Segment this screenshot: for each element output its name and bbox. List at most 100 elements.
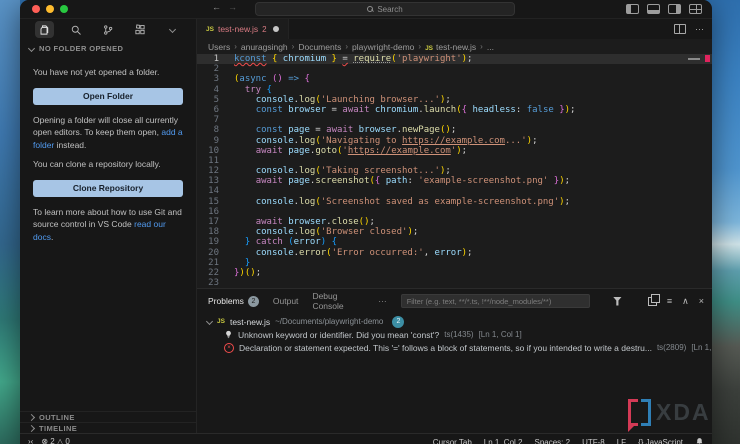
modified-dot-icon[interactable] — [273, 26, 279, 32]
code-line[interactable]: 9 console.log('Navigating to https://exa… — [197, 136, 712, 146]
status-item-spaces-2[interactable]: Spaces: 2 — [534, 438, 570, 444]
code-line[interactable]: 3(async () => { — [197, 74, 712, 84]
sidebar-section-header[interactable]: NO FOLDER OPENED — [20, 40, 196, 55]
status-item-lf[interactable]: LF — [617, 438, 626, 444]
code-line[interactable]: 7 — [197, 115, 712, 125]
zoom-window-button[interactable] — [60, 5, 68, 13]
forward-icon[interactable]: → — [228, 2, 237, 12]
timeline-section[interactable]: TIMELINE — [20, 422, 196, 433]
problem-item[interactable]: ×Declaration or statement expected. This… — [197, 341, 712, 354]
code-line[interactable]: 22})(); — [197, 268, 712, 278]
breadcrumb-item[interactable]: playwright-demo — [352, 42, 414, 52]
split-editor-icon[interactable] — [674, 24, 686, 34]
code-line[interactable]: 20 console.error('Error occurred:', erro… — [197, 248, 712, 258]
code-line[interactable]: 8 const page = await browser.newPage(); — [197, 125, 712, 135]
breadcrumb-item[interactable]: JStest-new.js — [425, 42, 476, 52]
panel-header: Problems2 Output Debug Console ··· Filter (… — [197, 289, 712, 313]
code-line[interactable]: 4 try { — [197, 85, 712, 95]
code-line[interactable]: 17 await browser.close(); — [197, 217, 712, 227]
editor-tab-test-new-js[interactable]: JS test-new.js 2 — [197, 19, 289, 39]
problems-filter-input[interactable]: Filter (e.g. text, **/*.ts, !**/node_mod… — [401, 294, 590, 308]
code-line[interactable]: 23 — [197, 278, 712, 288]
no-folder-opened-label: NO FOLDER OPENED — [39, 44, 123, 53]
filter-icon[interactable] — [613, 297, 622, 306]
problem-message: Unknown keyword or identifier. Did you m… — [238, 330, 439, 340]
customize-layout-icon[interactable] — [689, 4, 702, 14]
command-search-box[interactable]: Search — [255, 2, 515, 16]
code-line[interactable]: 6 const browser = await chromium.launch(… — [197, 105, 712, 115]
timeline-label: TIMELINE — [39, 424, 77, 433]
notifications-bell-icon[interactable] — [695, 437, 704, 444]
sidebar-bottom-sections: OUTLINE TIMELINE — [20, 411, 196, 433]
breadcrumb-separator: › — [418, 42, 421, 51]
problem-item[interactable]: Unknown keyword or identifier. Did you m… — [197, 328, 712, 341]
problems-file-row[interactable]: JStest-new.js~/Documents/playwright-demo… — [197, 315, 712, 328]
code-line[interactable]: 21 } — [197, 258, 712, 268]
remote-indicator-icon[interactable]: ›‹ — [28, 437, 33, 444]
lightbulb-icon — [224, 330, 233, 339]
view-as-list-icon[interactable]: ≡ — [667, 297, 672, 306]
code-editor[interactable]: 1kconst { chromium } = require('playwrig… — [197, 54, 712, 288]
line-number: 7 — [197, 115, 219, 125]
line-number: 9 — [197, 136, 219, 146]
line-content: console.log('Taking screenshot...'); — [219, 166, 451, 176]
open-in-editor-icon[interactable] — [648, 297, 657, 306]
close-panel-icon[interactable]: × — [699, 297, 704, 306]
toggle-primary-sidebar-icon[interactable] — [626, 4, 639, 14]
line-number: 10 — [197, 146, 219, 156]
line-content: console.error('Error occurred:', error); — [219, 248, 472, 258]
status-item-utf-8[interactable]: UTF-8 — [582, 438, 605, 444]
search-view-icon[interactable] — [67, 21, 86, 38]
minimize-window-button[interactable] — [46, 5, 54, 13]
outline-section[interactable]: OUTLINE — [20, 411, 196, 422]
toggle-secondary-sidebar-icon[interactable] — [668, 4, 681, 14]
code-line[interactable]: 13 await page.screenshot({ path: 'exampl… — [197, 176, 712, 186]
close-window-button[interactable] — [32, 5, 40, 13]
code-line[interactable]: 18 console.log('Browser closed'); — [197, 227, 712, 237]
problem-source: ts(2809) — [657, 343, 686, 352]
code-line[interactable]: 10 await page.goto('https://example.com'… — [197, 146, 712, 156]
explorer-icon[interactable] — [35, 21, 54, 38]
breadcrumb-item[interactable]: anuragsingh — [241, 42, 288, 52]
code-line[interactable]: 19 } catch (error) { — [197, 237, 712, 247]
code-line[interactable]: 5 console.log('Launching browser...'); — [197, 95, 712, 105]
code-line[interactable]: 11 — [197, 156, 712, 166]
line-number: 13 — [197, 176, 219, 186]
toggle-panel-icon[interactable] — [647, 4, 660, 14]
views-chevron-down-icon[interactable] — [163, 21, 182, 38]
status-item-cursor-tab[interactable]: Cursor Tab — [433, 438, 472, 444]
line-content — [219, 278, 234, 288]
source-control-icon[interactable] — [99, 21, 118, 38]
panel-tab-output[interactable]: Output — [273, 291, 299, 311]
open-folder-button[interactable]: Open Folder — [33, 88, 183, 105]
extensions-icon[interactable] — [131, 21, 150, 38]
status-item--javascript[interactable]: {} JavaScript — [638, 438, 683, 444]
code-line[interactable]: 15 console.log('Screenshot saved as exam… — [197, 197, 712, 207]
maximize-panel-icon[interactable]: ∧ — [682, 297, 689, 306]
breadcrumb-item[interactable]: Users — [208, 42, 230, 52]
chevron-down-icon — [28, 45, 35, 52]
sidebar: NO FOLDER OPENED You have not yet opened… — [20, 19, 197, 433]
xda-bracket-left-icon — [628, 399, 638, 426]
breadcrumb-item[interactable]: Documents — [298, 42, 341, 52]
problems-status[interactable]: ⊗ 2 △ 0 — [41, 437, 69, 444]
line-content: const page = await browser.newPage(); — [219, 125, 456, 135]
more-actions-icon[interactable]: ⋯ — [695, 25, 704, 33]
back-icon[interactable]: ← — [212, 2, 221, 12]
code-line[interactable]: 2 — [197, 64, 712, 74]
panel-tab-debug-console[interactable]: Debug Console — [312, 291, 364, 311]
breadcrumb-item[interactable]: ... — [487, 42, 494, 52]
code-line[interactable]: 12 console.log('Taking screenshot...'); — [197, 166, 712, 176]
problem-location: [Ln 1, Col 21] — [691, 343, 712, 352]
line-number: 12 — [197, 166, 219, 176]
clone-repository-button[interactable]: Clone Repository — [33, 180, 183, 197]
panel-tab--[interactable]: ··· — [378, 291, 387, 311]
problems-count-badge: 2 — [392, 316, 404, 328]
code-line[interactable]: 1kconst { chromium } = require('playwrig… — [197, 54, 712, 64]
panel-tab-problems[interactable]: Problems2 — [208, 291, 259, 311]
search-placeholder: Search — [377, 5, 402, 14]
code-line[interactable]: 14 — [197, 186, 712, 196]
js-file-icon: JS — [425, 45, 433, 52]
status-item-ln-1-col-2[interactable]: Ln 1, Col 2 — [484, 438, 523, 444]
code-line[interactable]: 16 — [197, 207, 712, 217]
